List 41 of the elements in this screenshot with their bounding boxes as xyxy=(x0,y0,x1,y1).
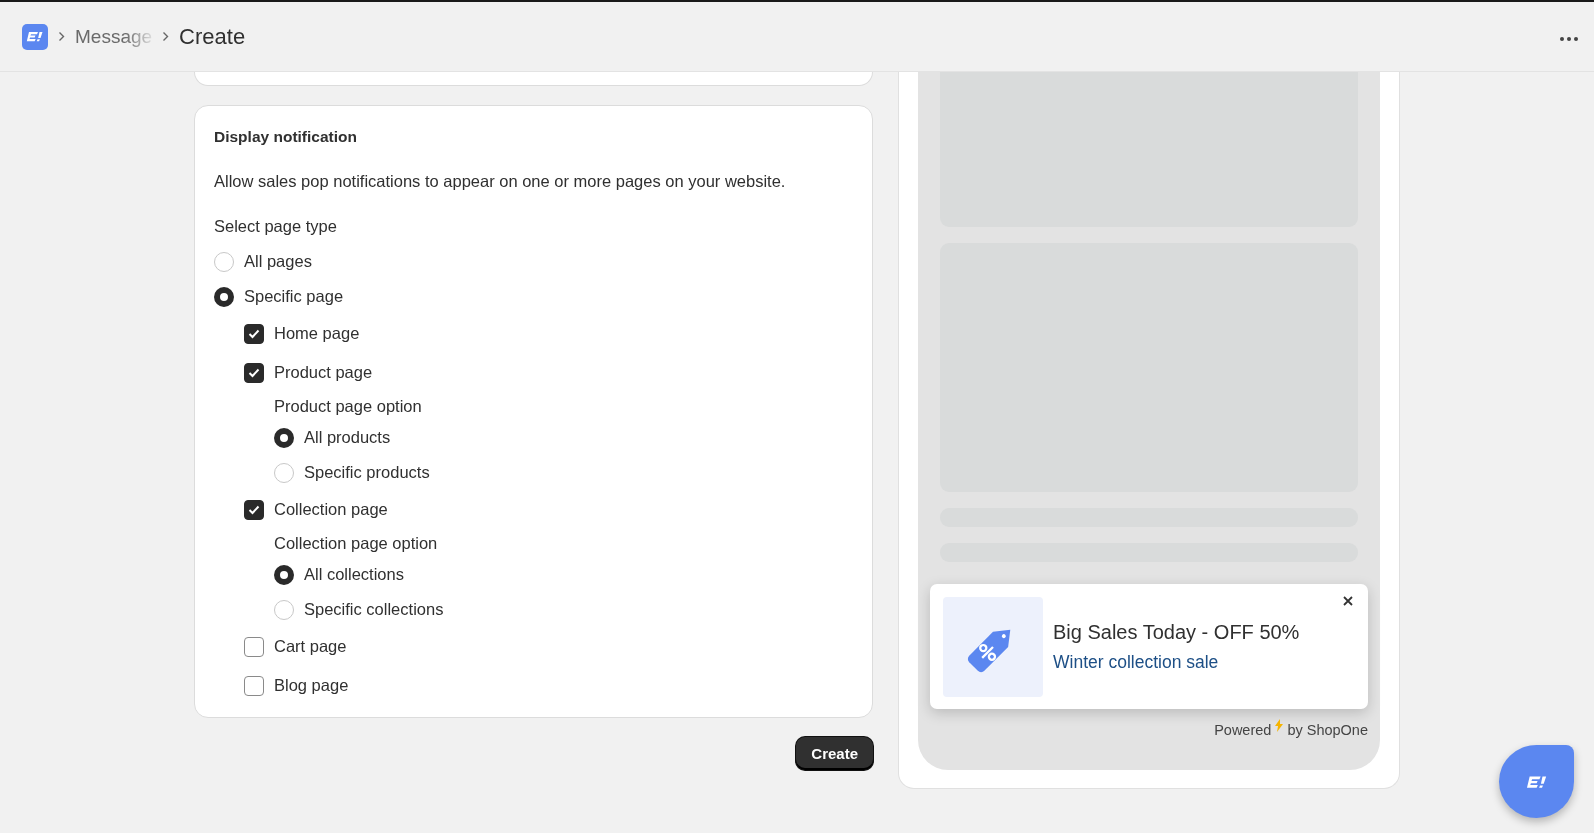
option-label[interactable]: Blog page xyxy=(274,676,349,695)
checkbox[interactable] xyxy=(244,675,264,696)
chat-button[interactable] xyxy=(1499,745,1574,818)
field-label: Product page option xyxy=(274,395,423,417)
powered-by-text: Powered xyxy=(1214,722,1272,738)
notification-subtitle: Winter collection sale xyxy=(1053,651,1220,673)
option-label[interactable]: Cart page xyxy=(274,637,347,656)
option-label[interactable]: Specific products xyxy=(304,463,430,482)
option-label[interactable]: Specific collections xyxy=(304,600,444,619)
lightning-icon xyxy=(1275,719,1284,732)
option-label[interactable]: All pages xyxy=(244,252,312,271)
card-description: Allow sales pop notifications to appear on one or more pages on your website. xyxy=(214,172,787,191)
option-label[interactable]: Specific page xyxy=(244,287,344,306)
checkbox[interactable] xyxy=(244,362,264,383)
more-icon[interactable] xyxy=(1560,36,1578,41)
field-label: Collection page option xyxy=(274,532,439,554)
checkmark-icon xyxy=(248,504,260,515)
checkmark-icon xyxy=(248,328,260,339)
option-label[interactable]: Home page xyxy=(274,324,360,343)
checkmark-icon xyxy=(248,367,260,378)
option-label[interactable]: All collections xyxy=(304,565,404,584)
option-label[interactable]: Product page xyxy=(274,363,373,382)
field-label: Select page type xyxy=(214,217,338,236)
radio-button[interactable] xyxy=(214,286,234,307)
card-title: Display notification xyxy=(214,128,358,146)
breadcrumb-link[interactable]: Message xyxy=(75,25,153,48)
option-label[interactable]: Collection page xyxy=(274,500,388,519)
create-button[interactable]: Create xyxy=(796,737,873,770)
radio-button[interactable] xyxy=(274,564,294,585)
powered-by-text: by ShopOne xyxy=(1287,722,1368,738)
radio-button[interactable] xyxy=(274,427,294,448)
close-icon[interactable] xyxy=(1343,596,1353,606)
app-logo-icon[interactable] xyxy=(22,23,48,50)
page-title: Create xyxy=(179,23,246,50)
checkbox[interactable] xyxy=(244,499,264,520)
checkbox[interactable] xyxy=(244,636,264,657)
option-label[interactable]: All products xyxy=(304,428,391,447)
notification-title: Big Sales Today - OFF 50% xyxy=(1053,620,1301,644)
checkbox[interactable] xyxy=(244,323,264,344)
chevron-icon xyxy=(162,31,170,42)
chevron-icon xyxy=(58,31,65,42)
